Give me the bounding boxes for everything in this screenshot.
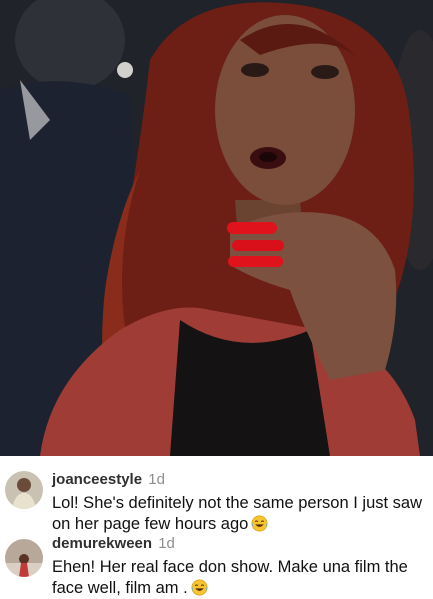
comment-timestamp: 1d <box>158 535 175 552</box>
nail <box>227 222 277 234</box>
comments-section: joanceestyle 1d Lol! She's definitely no… <box>0 456 433 597</box>
laughing-tears-icon <box>251 515 268 532</box>
avatar[interactable] <box>5 471 43 509</box>
laughing-tears-icon <box>191 579 208 596</box>
comment-meta: demurekween 1d <box>52 535 175 552</box>
stage-light <box>117 62 133 78</box>
photo-illustration <box>0 0 433 456</box>
comment-username[interactable]: joanceestyle <box>52 471 142 488</box>
comment-username[interactable]: demurekween <box>52 535 152 552</box>
comment-body: Ehen! Her real face don show. Make una f… <box>52 558 408 597</box>
comment-body: Lol! She's definitely not the same perso… <box>52 494 423 533</box>
comment-timestamp: 1d <box>148 471 165 488</box>
comment-text: Ehen! Her real face don show. Make una f… <box>52 557 424 599</box>
comment-text: Lol! She's definitely not the same perso… <box>52 493 424 535</box>
post-photo[interactable] <box>0 0 433 456</box>
avatar[interactable] <box>5 539 43 577</box>
comment-meta: joanceestyle 1d <box>52 471 165 488</box>
